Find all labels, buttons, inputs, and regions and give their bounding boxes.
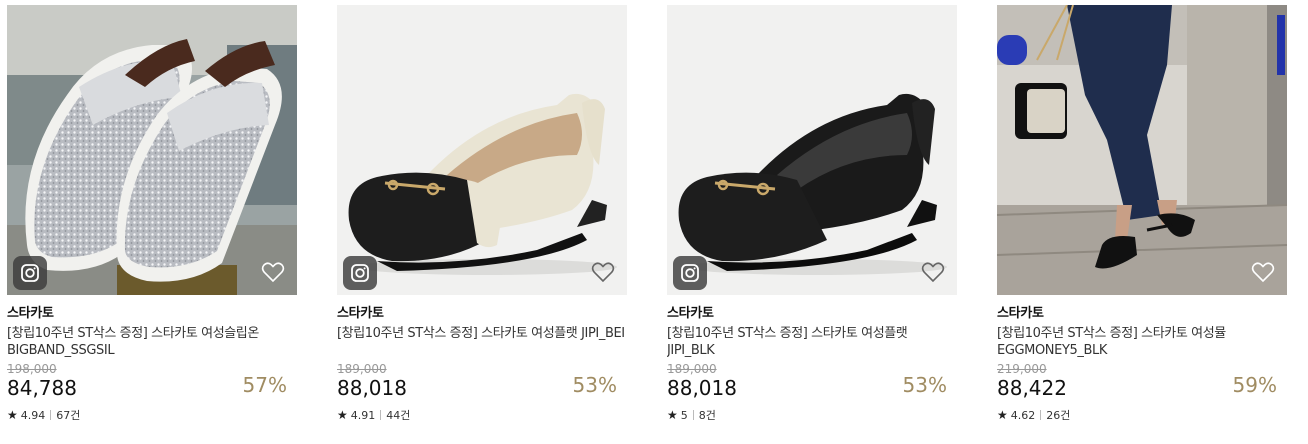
- product-image[interactable]: [337, 5, 627, 295]
- review-count: 44건: [386, 409, 411, 422]
- product-image[interactable]: [667, 5, 957, 295]
- discount-rate: 59%: [1232, 373, 1277, 397]
- heart-outline-icon[interactable]: [921, 261, 945, 283]
- sale-price: 88,422: [997, 376, 1067, 400]
- discount-rate: 53%: [572, 373, 617, 397]
- instagram-icon[interactable]: [343, 256, 377, 290]
- rating-value: 5: [680, 408, 688, 422]
- product-title[interactable]: [창립10주년 ST삭스 증정] 스타카토 여성슬립온 BIGBAND_SSGS…: [7, 325, 297, 359]
- heart-outline-icon[interactable]: [591, 261, 615, 283]
- rating-row: ★ 4.94 67건: [7, 408, 297, 422]
- beige-flat-black-toe-photo: [337, 5, 627, 295]
- divider: [1040, 410, 1042, 420]
- divider: [50, 410, 52, 420]
- rating-value: 4.94: [20, 408, 46, 422]
- product-title[interactable]: [창립10주년 ST삭스 증정] 스타카토 여성뮬 EGGMONEY5_BLK: [997, 325, 1287, 359]
- sale-price: 88,018: [337, 376, 407, 400]
- product-image[interactable]: [7, 5, 297, 295]
- discount-rate: 53%: [902, 373, 947, 397]
- product-grid: 스타카토 [창립10주년 ST삭스 증정] 스타카토 여성슬립온 BIGBAND…: [0, 0, 1308, 444]
- rating-value: 4.91: [350, 408, 376, 422]
- product-card[interactable]: 스타카토 [창립10주년 ST삭스 증정] 스타카토 여성슬립온 BIGBAND…: [7, 5, 297, 422]
- rating-row: ★ 4.62 26건: [997, 408, 1287, 422]
- discount-rate: 57%: [242, 373, 287, 397]
- instagram-icon[interactable]: [673, 256, 707, 290]
- heart-outline-icon[interactable]: [261, 261, 285, 283]
- star-icon: ★: [997, 408, 1008, 422]
- product-card[interactable]: 스타카토 [창립10주년 ST삭스 증정] 스타카토 여성플랫 JIPI_BLK…: [667, 5, 957, 422]
- divider: [380, 410, 382, 420]
- sale-price: 84,788: [7, 376, 77, 400]
- rating-row: ★ 5 8건: [667, 408, 957, 422]
- silver-glitter-slip-on-photo: [7, 5, 297, 295]
- product-title[interactable]: [창립10주년 ST삭스 증정] 스타카토 여성플랫 JIPI_BEI: [337, 325, 627, 359]
- price-row: 84,788 57%: [7, 373, 297, 402]
- brand-name[interactable]: 스타카토: [997, 306, 1287, 322]
- star-icon: ★: [7, 408, 18, 422]
- star-icon: ★: [337, 408, 348, 422]
- star-icon: ★: [667, 408, 678, 422]
- rating-row: ★ 4.91 44건: [337, 408, 627, 422]
- black-flat-photo: [667, 5, 957, 295]
- review-count: 26건: [1046, 409, 1071, 422]
- sale-price: 88,018: [667, 376, 737, 400]
- brand-name[interactable]: 스타카토: [7, 306, 297, 322]
- product-image[interactable]: [997, 5, 1287, 295]
- price-row: 88,018 53%: [667, 373, 957, 402]
- divider: [692, 410, 694, 420]
- brand-name[interactable]: 스타카토: [337, 306, 627, 322]
- price-row: 88,018 53%: [337, 373, 627, 402]
- instagram-icon[interactable]: [13, 256, 47, 290]
- black-mule-street-photo: [997, 5, 1287, 295]
- price-row: 88,422 59%: [997, 373, 1287, 402]
- brand-name[interactable]: 스타카토: [667, 306, 957, 322]
- product-title[interactable]: [창립10주년 ST삭스 증정] 스타카토 여성플랫 JIPI_BLK: [667, 325, 957, 359]
- rating-value: 4.62: [1010, 408, 1036, 422]
- product-card[interactable]: 스타카토 [창립10주년 ST삭스 증정] 스타카토 여성플랫 JIPI_BEI…: [337, 5, 627, 422]
- review-count: 8건: [698, 409, 716, 422]
- review-count: 67건: [56, 409, 81, 422]
- product-card[interactable]: 스타카토 [창립10주년 ST삭스 증정] 스타카토 여성뮬 EGGMONEY5…: [997, 5, 1287, 422]
- heart-outline-icon[interactable]: [1251, 261, 1275, 283]
